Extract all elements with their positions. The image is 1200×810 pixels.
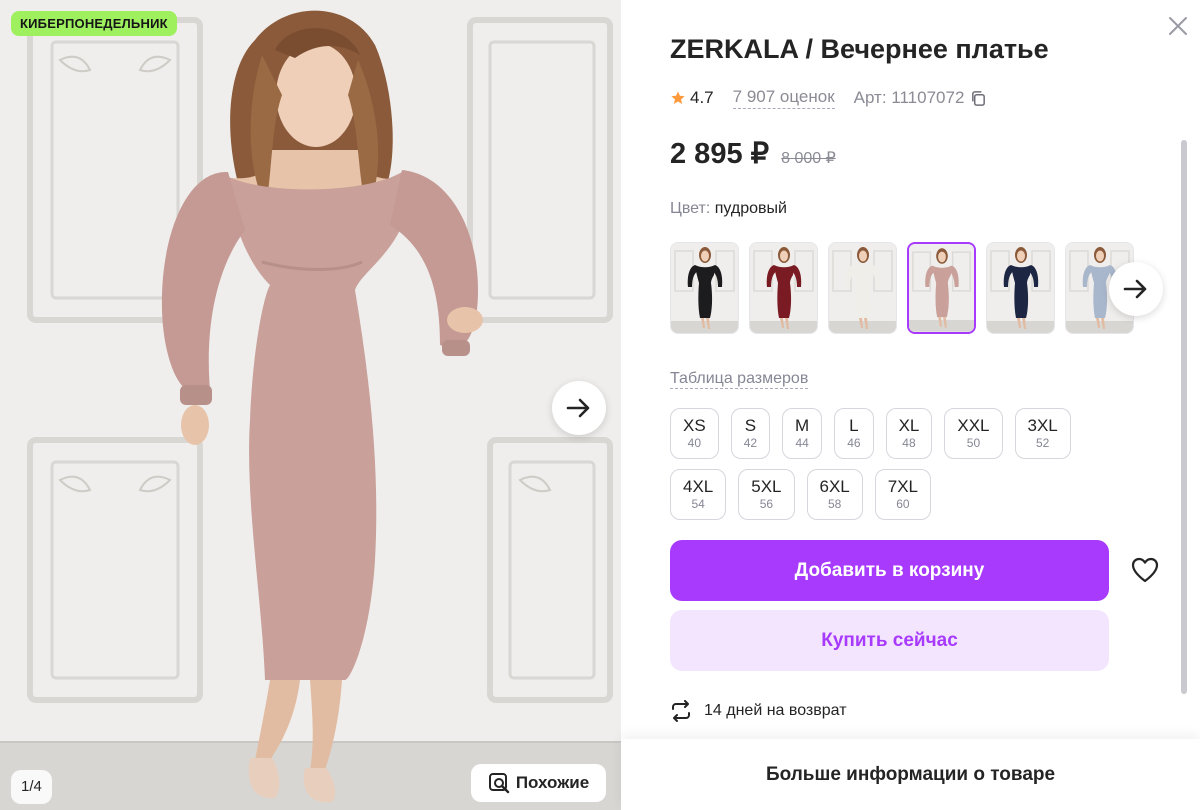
size-option-s[interactable]: S 42 bbox=[730, 408, 771, 459]
arrow-right-icon bbox=[566, 398, 590, 418]
color-swatch-navy[interactable] bbox=[986, 242, 1055, 334]
product-meta-row: 4.7 7 907 оценок Арт: 11107072 bbox=[670, 87, 987, 109]
size-number: 42 bbox=[743, 436, 758, 450]
more-info-button[interactable]: Больше информации о товаре bbox=[621, 739, 1200, 810]
size-option-3xl[interactable]: 3XL 52 bbox=[1014, 408, 1071, 459]
reviews-link[interactable]: 7 907 оценок bbox=[732, 87, 835, 109]
swatch-thumbnail bbox=[829, 243, 896, 333]
arrow-right-icon bbox=[1123, 279, 1147, 299]
size-option-6xl[interactable]: 6XL 58 bbox=[806, 469, 863, 520]
size-number: 56 bbox=[759, 497, 774, 511]
add-to-cart-button[interactable]: Добавить в корзину bbox=[670, 540, 1109, 601]
swatch-thumbnail bbox=[750, 243, 817, 333]
size-name: M bbox=[795, 416, 810, 435]
size-option-xxl[interactable]: XXL 50 bbox=[944, 408, 1003, 459]
color-swatch-powder[interactable] bbox=[907, 242, 976, 334]
favorite-button[interactable] bbox=[1127, 552, 1163, 588]
color-label: Цвет: bbox=[670, 200, 711, 217]
image-search-icon bbox=[488, 773, 510, 794]
color-row: Цвет: пудровый bbox=[670, 200, 787, 218]
size-number: 46 bbox=[847, 436, 861, 450]
similar-button-label: Похожие bbox=[515, 773, 590, 792]
size-number: 52 bbox=[1035, 436, 1050, 450]
size-name: L bbox=[849, 416, 859, 435]
returns-label: 14 дней на возврат bbox=[704, 702, 847, 719]
swatch-thumbnail bbox=[987, 243, 1054, 333]
size-number: 40 bbox=[687, 436, 702, 450]
size-option-7xl[interactable]: 7XL 60 bbox=[874, 469, 931, 520]
returns-info: 14 дней на возврат bbox=[670, 700, 847, 722]
size-options: XS 40 S 42 M 44 L 46 XL 48 XXL 50 3XL 52 4XL 54 5XL 56 6XL… bbox=[670, 408, 1130, 520]
scrollbar[interactable] bbox=[1181, 140, 1187, 694]
swatch-thumbnail bbox=[909, 244, 974, 332]
color-swatch-burgundy[interactable] bbox=[749, 242, 818, 334]
size-number: 48 bbox=[902, 436, 916, 450]
similar-button[interactable]: Похожие bbox=[471, 764, 606, 802]
size-name: 4XL bbox=[683, 477, 714, 496]
rating-value: 4.7 bbox=[690, 88, 714, 107]
size-option-5xl[interactable]: 5XL 56 bbox=[738, 469, 795, 520]
swatches-next-button[interactable] bbox=[1109, 262, 1163, 316]
size-name: XS bbox=[683, 416, 706, 435]
product-quick-view-modal: КИБЕРПОНЕДЕЛЬНИК 1/4 Похожие ZERKALA / В… bbox=[0, 0, 1200, 810]
size-option-xs[interactable]: XS 40 bbox=[670, 408, 719, 459]
photo-next-button[interactable] bbox=[552, 381, 606, 435]
color-value: пудровый bbox=[714, 200, 787, 217]
size-number: 54 bbox=[691, 497, 705, 511]
star-icon bbox=[671, 91, 685, 104]
photo-counter: 1/4 bbox=[11, 770, 52, 804]
buy-now-button[interactable]: Купить сейчас bbox=[670, 610, 1109, 671]
size-name: 5XL bbox=[751, 477, 782, 496]
promo-badge: КИБЕРПОНЕДЕЛЬНИК bbox=[11, 11, 177, 36]
product-title: ZERKALA / Вечернее платье bbox=[670, 34, 1049, 64]
size-name: XL bbox=[898, 416, 920, 435]
size-name: 3XL bbox=[1027, 416, 1058, 435]
close-icon bbox=[1169, 17, 1187, 35]
product-photo bbox=[0, 0, 621, 810]
size-option-4xl[interactable]: 4XL 54 bbox=[670, 469, 727, 520]
size-number: 58 bbox=[827, 497, 842, 511]
size-name: 7XL bbox=[887, 477, 918, 496]
color-swatches bbox=[670, 242, 1134, 334]
heart-icon bbox=[1131, 557, 1159, 583]
product-info-panel bbox=[621, 0, 1200, 810]
size-name: XXL bbox=[957, 416, 990, 435]
size-table-link[interactable]: Таблица размеров bbox=[670, 370, 809, 389]
color-swatch-white[interactable] bbox=[828, 242, 897, 334]
color-swatch-black[interactable] bbox=[670, 242, 739, 334]
current-price: 2 895 ₽ bbox=[670, 138, 770, 170]
return-arrows-icon bbox=[672, 700, 690, 722]
close-button[interactable] bbox=[1164, 12, 1192, 40]
product-photo-panel: КИБЕРПОНЕДЕЛЬНИК 1/4 Похожие bbox=[0, 0, 621, 810]
size-option-xl[interactable]: XL 48 bbox=[885, 408, 933, 459]
size-option-l[interactable]: L 46 bbox=[834, 408, 874, 459]
old-price: 8 000 ₽ bbox=[781, 150, 836, 167]
size-number: 60 bbox=[896, 497, 910, 511]
size-name: S bbox=[744, 416, 757, 435]
size-name: 6XL bbox=[819, 477, 850, 496]
size-option-m[interactable]: M 44 bbox=[782, 408, 823, 459]
copy-icon[interactable] bbox=[970, 90, 987, 107]
size-number: 44 bbox=[795, 436, 809, 450]
swatch-thumbnail bbox=[671, 243, 738, 333]
size-number: 50 bbox=[966, 436, 981, 450]
price-row: 2 895 ₽ 8 000 ₽ bbox=[670, 136, 836, 171]
article-number: Арт: 11107072 bbox=[853, 88, 965, 107]
